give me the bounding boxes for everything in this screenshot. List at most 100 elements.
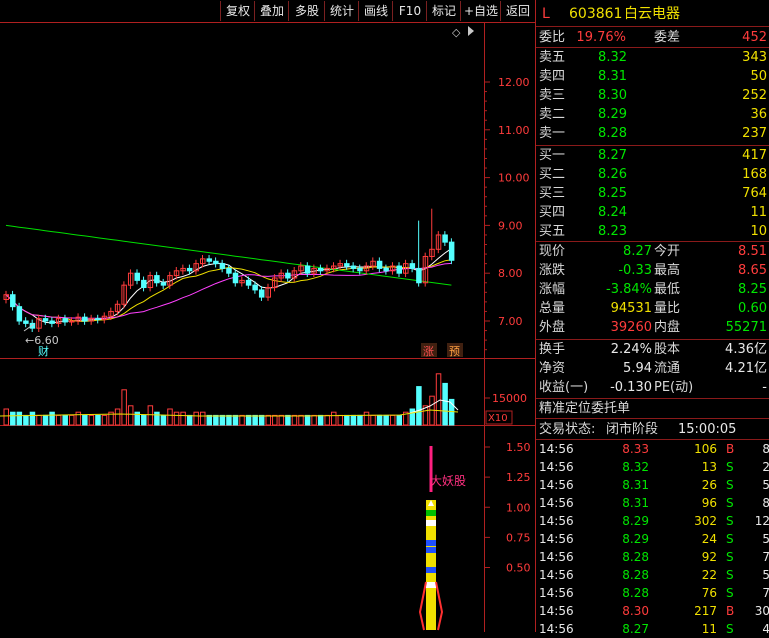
level-volume: 252 — [742, 88, 767, 103]
trade-row[interactable]: 14:56 8.28 22 S 5 — [536, 566, 769, 584]
precise-order-title[interactable]: 精准定位委托单 — [539, 399, 630, 418]
f10-button[interactable]: F10 — [392, 1, 427, 21]
diamond-icon[interactable]: ◇ — [452, 26, 461, 39]
fin-row: 净资 5.94 流通 4.21亿 — [536, 359, 769, 378]
add-watchlist-button[interactable]: +自选 — [460, 1, 501, 21]
trade-time: 14:56 — [539, 586, 574, 600]
volume-bar — [304, 414, 311, 426]
mark-button[interactable]: 标记 — [426, 1, 461, 21]
volume-bar — [258, 414, 265, 426]
trade-price: 8.28 — [622, 586, 649, 600]
finance-marker[interactable]: 财 — [38, 344, 49, 358]
candle-body — [442, 234, 448, 243]
ask-row[interactable]: 卖三 8.30 252 — [536, 86, 769, 105]
trade-row[interactable]: 14:56 8.30 217 B 30 — [536, 602, 769, 620]
trade-price: 8.31 — [622, 478, 649, 492]
candle-body — [350, 265, 357, 269]
trade-time: 14:56 — [539, 496, 574, 510]
volume-bar — [180, 411, 186, 426]
trade-row[interactable]: 14:56 8.32 13 S 2 — [536, 458, 769, 476]
trade-time: 14:56 — [539, 514, 574, 528]
ask-row[interactable]: 卖二 8.29 36 — [536, 105, 769, 124]
trade-row[interactable]: 14:56 8.33 106 B 8 — [536, 440, 769, 458]
trade-side: B — [726, 604, 735, 618]
volume-bar — [265, 414, 271, 426]
volume-bar — [23, 414, 29, 426]
fin-label: 收益(一) — [539, 380, 589, 395]
trade-row[interactable]: 14:56 8.27 11 S 4 — [536, 620, 769, 638]
trade-row[interactable]: 14:56 8.29 302 S 12 — [536, 512, 769, 530]
back-button[interactable]: 返回 — [500, 1, 535, 21]
indicator-tick-label: 1.00 — [506, 501, 531, 514]
volume-unit: X10 — [488, 413, 508, 424]
divider — [536, 26, 769, 27]
trade-row[interactable]: 14:56 8.28 76 S 7 — [536, 584, 769, 602]
stat-value: 8.27 — [623, 244, 652, 259]
level-volume: 10 — [750, 224, 767, 239]
bid-row[interactable]: 买五 8.23 10 — [536, 222, 769, 241]
candle-body — [62, 318, 68, 323]
trade-price: 8.32 — [622, 460, 649, 474]
bid-row[interactable]: 买二 8.26 168 — [536, 165, 769, 184]
volume-bar — [435, 373, 442, 426]
trade-count: 8 — [762, 496, 769, 510]
volume-bar — [219, 414, 226, 426]
level-volume: 764 — [742, 186, 767, 201]
volume-bar — [311, 414, 317, 426]
statistics-button[interactable]: 统计 — [324, 1, 359, 21]
kline-chart[interactable]: ◇ 12.0011.0010.009.008.007.00 ←6.60 财 涨 … — [0, 22, 535, 632]
multi-stock-button[interactable]: 多股 — [288, 1, 325, 21]
ask-row[interactable]: 卖一 8.28 237 — [536, 124, 769, 143]
trade-volume: 106 — [694, 442, 717, 456]
volume-bar — [272, 414, 278, 426]
stock-name: 白云电器 — [624, 6, 680, 22]
volume-bar — [200, 411, 206, 426]
volume-bar — [82, 414, 88, 426]
indicator-tick-label: 0.50 — [506, 562, 531, 575]
triangle-icon[interactable] — [468, 26, 474, 36]
trade-row[interactable]: 14:56 8.29 24 S 5 — [536, 530, 769, 548]
precise-order-row[interactable]: 精准定位委托单 — [536, 399, 769, 418]
stat-label: 涨跌 — [539, 263, 566, 278]
stat-label: 涨幅 — [539, 282, 566, 297]
draw-line-button[interactable]: 画线 — [358, 1, 393, 21]
bid-row[interactable]: 买四 8.24 11 — [536, 203, 769, 222]
trade-volume: 22 — [701, 568, 717, 582]
volume-bar — [167, 408, 173, 426]
trade-count: 7 — [762, 550, 769, 564]
volume-bar — [29, 411, 36, 426]
zhang-marker[interactable]: 涨 — [423, 345, 434, 358]
overlay-button[interactable]: 叠加 — [254, 1, 289, 21]
candle-body — [186, 267, 193, 272]
trade-row[interactable]: 14:56 8.31 26 S 5 — [536, 476, 769, 494]
level-price: 8.32 — [598, 50, 627, 65]
price-tick-label: 11.00 — [498, 124, 530, 137]
volume-bar — [141, 414, 147, 426]
bid-row[interactable]: 买三 8.25 764 — [536, 184, 769, 203]
stock-header: L 603861 白云电器 — [536, 3, 769, 25]
candle-body — [10, 294, 16, 308]
trade-side: S — [726, 568, 734, 582]
trade-row[interactable]: 14:56 8.28 92 S 7 — [536, 548, 769, 566]
yu-marker[interactable]: 预 — [449, 345, 460, 358]
candle-body — [232, 272, 239, 284]
level-label: 买三 — [539, 186, 566, 201]
level-volume: 417 — [742, 148, 767, 163]
stat-value: 8.25 — [738, 282, 767, 297]
volume-bar — [416, 386, 422, 426]
trade-side: S — [726, 496, 734, 510]
ask-row[interactable]: 卖五 8.32 343 — [536, 48, 769, 67]
volume-bar — [213, 414, 219, 426]
trade-row[interactable]: 14:56 8.31 96 S 8 — [536, 494, 769, 512]
candle-body — [134, 272, 140, 281]
bid-row[interactable]: 买一 8.27 417 — [536, 146, 769, 165]
fuquan-button[interactable]: 复权 — [220, 1, 255, 21]
volume-bar — [3, 408, 9, 426]
stat-value: 55271 — [725, 320, 767, 335]
level-label: 卖三 — [539, 88, 566, 103]
stat-row: 现价 8.27 今开 8.51 — [536, 242, 769, 261]
indicator-bar — [426, 500, 436, 630]
indicator-band — [426, 520, 436, 526]
trade-status-value: 闭市阶段 — [606, 422, 659, 437]
ask-row[interactable]: 卖四 8.31 50 — [536, 67, 769, 86]
